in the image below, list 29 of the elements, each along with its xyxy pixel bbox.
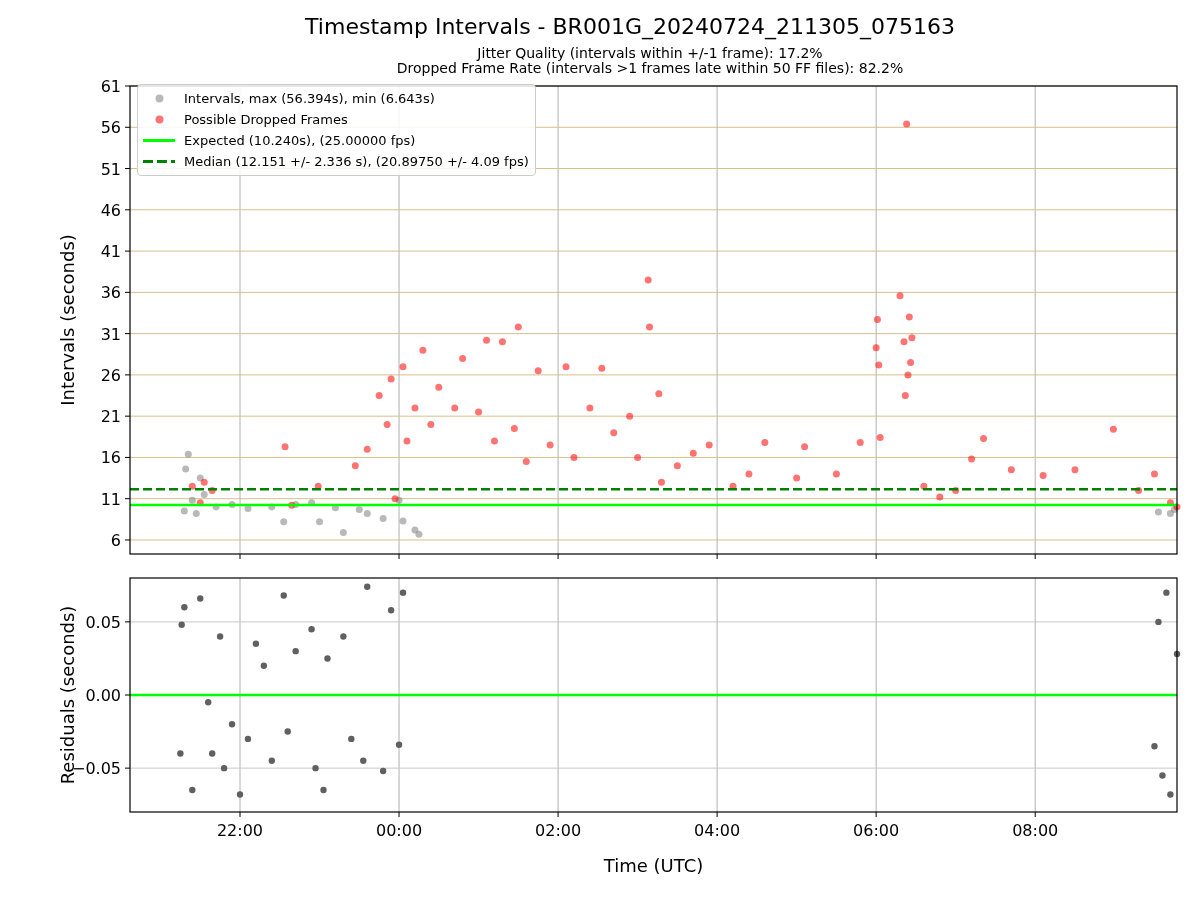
- chart-subtitle: Dropped Frame Rate (intervals >1 frames late within 50 FF files): 82.2%: [395, 61, 905, 77]
- axis-label: Time (UTC): [603, 854, 704, 876]
- axis-tick-label: 0.00: [85, 685, 121, 705]
- legend-label: Intervals, max (56.394s), min (6.643s): [184, 89, 435, 108]
- axis-tick-label: 26: [100, 365, 121, 385]
- legend-label: Expected (10.240s), (25.00000 fps): [184, 131, 416, 150]
- axis-tick-label: 46: [100, 200, 121, 220]
- legend-label: Median (12.151 +/- 2.336 s), (20.89750 +/- 4.09 fps): [184, 152, 529, 171]
- axis-tick-label: 41: [100, 241, 121, 261]
- axis-tick-label: 31: [100, 324, 121, 344]
- axis-tick-label: 08:00: [1012, 820, 1059, 840]
- axis-tick-label: 61: [100, 76, 121, 96]
- axis-tick-label: 02:00: [535, 820, 582, 840]
- legend-label: Possible Dropped Frames: [184, 110, 348, 129]
- axis-tick-label: 56: [100, 118, 121, 138]
- axis-tick-label: 36: [100, 283, 121, 303]
- chart-subtitle: Jitter Quality (intervals within +/-1 frame): 17.2%: [475, 46, 824, 62]
- axis-tick-label: 06:00: [853, 820, 900, 840]
- axis-tick-label: 21: [100, 406, 121, 426]
- axis-tick-label: 51: [100, 159, 121, 179]
- axis-tick-label: 11: [100, 489, 121, 509]
- axis-tick-label: 0.05: [85, 612, 121, 632]
- axis-tick-label: 6: [110, 530, 121, 550]
- axis-label: Intervals (seconds): [57, 233, 78, 406]
- axis-tick-label: 22:00: [216, 820, 264, 840]
- chart-title: Timestamp Intervals - BR001G_20240724_211305_075163: [304, 13, 956, 38]
- axis-tick-label: 16: [100, 448, 121, 468]
- axis-tick-label: 00:00: [376, 820, 423, 840]
- axis-tick-label: 04:00: [694, 820, 741, 840]
